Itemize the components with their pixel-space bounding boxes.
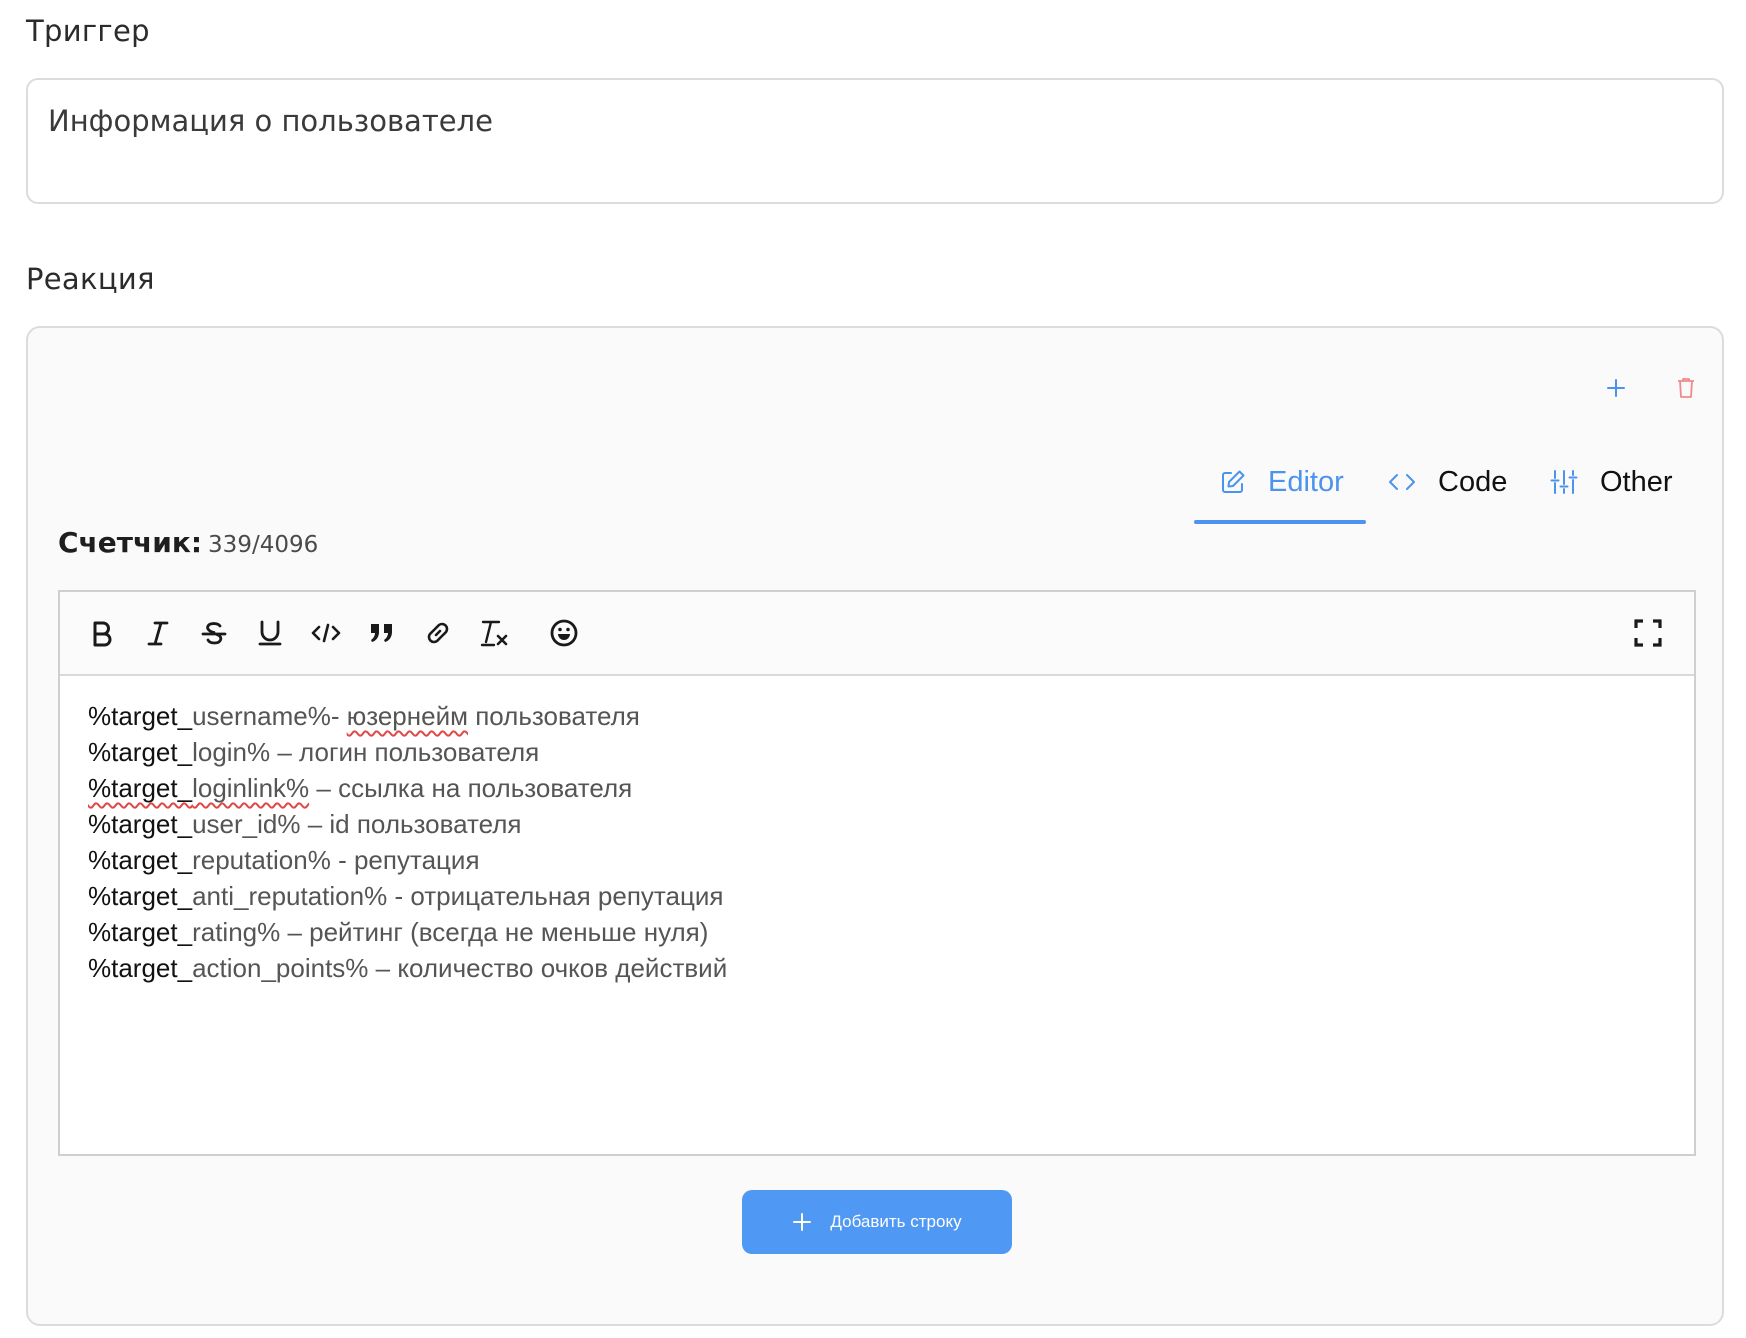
link-icon xyxy=(427,622,449,644)
emoji-icon xyxy=(550,619,578,647)
code-inline-icon xyxy=(311,623,341,643)
reaction-card: Editor Code Other Счетчик: 339/4096 %tar… xyxy=(26,326,1724,1326)
editor-content[interactable]: %target_username%- юзернейм пользователя… xyxy=(60,676,1694,1008)
trigger-value: Информация о пользователе xyxy=(48,104,493,138)
reaction-tabs: Editor Code Other xyxy=(1194,446,1684,524)
tab-editor-label: Editor xyxy=(1268,465,1344,498)
content-line: %target_rating% – рейтинг (всегда не мен… xyxy=(88,914,1666,950)
trigger-field[interactable]: Информация о пользователе xyxy=(26,78,1724,204)
editor-toolbar xyxy=(60,592,1694,676)
trash-icon xyxy=(1678,378,1694,398)
tab-other-label: Other xyxy=(1600,465,1673,498)
tab-editor[interactable]: Editor xyxy=(1194,446,1366,524)
fullscreen-icon xyxy=(1634,619,1662,647)
var-desc: - отрицательная репутация xyxy=(387,881,724,911)
trigger-label: Триггер xyxy=(26,14,150,48)
tab-code-label: Code xyxy=(1438,465,1508,498)
content-line: %target_username%- юзернейм пользователя xyxy=(88,698,1666,734)
code-button[interactable] xyxy=(306,613,346,653)
italic-icon xyxy=(147,621,169,646)
content-line: %target_reputation% - репутация xyxy=(88,842,1666,878)
bold-button[interactable] xyxy=(82,613,122,653)
tab-code[interactable]: Code xyxy=(1366,446,1532,518)
fullscreen-button[interactable] xyxy=(1628,613,1668,653)
var-prefix: %target_ xyxy=(88,701,193,731)
bold-icon xyxy=(93,621,112,647)
content-line: %target_login% – логин пользователя xyxy=(88,734,1666,770)
var-desc: – количество очков действий xyxy=(368,953,728,983)
clear-format-icon xyxy=(480,620,508,647)
tab-other[interactable]: Other xyxy=(1532,446,1684,518)
underline-icon xyxy=(258,620,282,646)
edit-icon xyxy=(1220,469,1246,495)
add-row-label: Добавить строку xyxy=(830,1212,962,1231)
var-prefix: %target_ xyxy=(88,737,193,767)
var-desc: - репутация xyxy=(330,845,480,875)
clear-format-button[interactable] xyxy=(474,613,514,653)
var-prefix: %target_ xyxy=(88,881,193,911)
var-desc: – id пользователя xyxy=(300,809,522,839)
var-name: username% xyxy=(192,701,331,731)
add-row-button[interactable]: Добавить строку xyxy=(742,1190,1012,1254)
counter-value: 339/4096 xyxy=(208,532,319,558)
var-name: loginlink% xyxy=(192,773,310,803)
var-desc: – ссылка на пользователя xyxy=(309,773,633,803)
content-line: %target_loginlink% – ссылка на пользоват… xyxy=(88,770,1666,806)
underline-button[interactable] xyxy=(250,613,290,653)
sliders-icon xyxy=(1550,468,1578,496)
page: Триггер Информация о пользователе Реакци… xyxy=(0,0,1746,1338)
var-prefix: %target_ xyxy=(88,845,193,875)
strikethrough-icon xyxy=(201,622,227,645)
reaction-label: Реакция xyxy=(26,262,155,296)
var-desc: – рейтинг (всегда не меньше нуля) xyxy=(280,917,709,947)
var-name: user_id% xyxy=(192,809,301,839)
add-reaction-button[interactable] xyxy=(1596,368,1636,408)
content-line: %target_anti_reputation% - отрицательная… xyxy=(88,878,1666,914)
character-counter: Счетчик: 339/4096 xyxy=(58,526,318,559)
var-name: reputation% xyxy=(192,845,331,875)
var-name: rating% xyxy=(192,917,281,947)
var-desc: - юзернейм пользователя xyxy=(330,701,640,731)
plus-icon xyxy=(1607,379,1625,397)
code-icon xyxy=(1388,471,1416,493)
var-prefix: %target_ xyxy=(88,809,193,839)
var-prefix: %target_ xyxy=(88,917,193,947)
var-name: login% xyxy=(192,737,271,767)
var-name: action_points% xyxy=(192,953,369,983)
var-prefix: %target_ xyxy=(88,953,193,983)
var-prefix: %target_ xyxy=(88,773,193,803)
content-line: %target_user_id% – id пользователя xyxy=(88,806,1666,842)
rich-text-editor: %target_username%- юзернейм пользователя… xyxy=(58,590,1696,1156)
var-name: anti_reputation% xyxy=(192,881,388,911)
italic-button[interactable] xyxy=(138,613,178,653)
strikethrough-button[interactable] xyxy=(194,613,234,653)
link-button[interactable] xyxy=(418,613,458,653)
quote-button[interactable] xyxy=(362,613,402,653)
content-line: %target_action_points% – количество очко… xyxy=(88,950,1666,986)
quote-icon xyxy=(371,624,392,642)
delete-reaction-button[interactable] xyxy=(1666,368,1706,408)
emoji-button[interactable] xyxy=(544,613,584,653)
counter-label: Счетчик: xyxy=(58,526,203,559)
var-desc: – логин пользователя xyxy=(270,737,540,767)
plus-icon xyxy=(792,1212,812,1232)
